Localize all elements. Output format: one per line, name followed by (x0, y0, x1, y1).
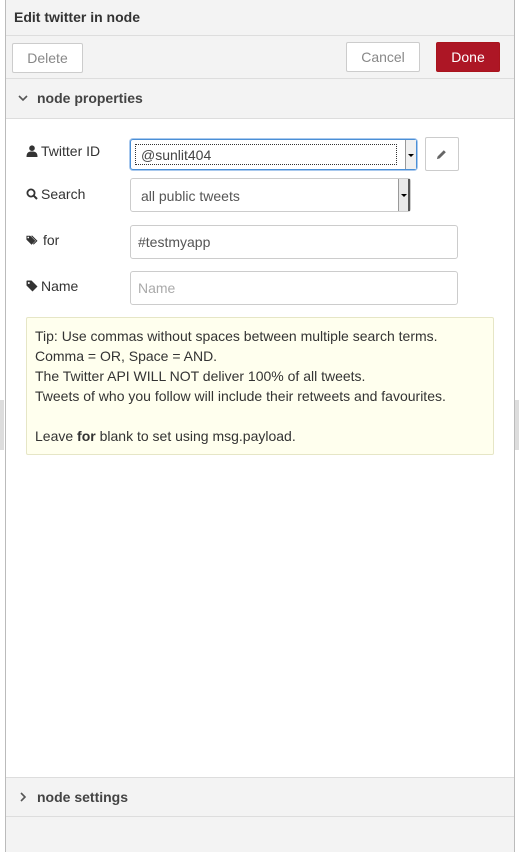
for-value: #testmyapp (138, 234, 211, 250)
tip-for-keyword: for (77, 428, 96, 444)
user-icon (26, 145, 38, 157)
section-node-properties[interactable]: node properties (6, 79, 514, 119)
chevron-down-icon[interactable] (405, 140, 416, 169)
cancel-button[interactable]: Cancel (346, 42, 420, 72)
twitter-id-select[interactable]: @sunlit404 (130, 139, 417, 170)
search-label-text: Search (41, 186, 86, 202)
tip-line: Tip: Use commas without spaces between m… (35, 328, 438, 344)
tray-toolbar: Delete Cancel Done (6, 36, 514, 79)
done-button[interactable]: Done (436, 42, 500, 72)
twitter-id-label-text: Twitter ID (41, 143, 101, 159)
chevron-right-icon (20, 792, 27, 802)
twitter-id-label: Twitter ID (26, 143, 100, 163)
for-label-text: for (43, 232, 60, 248)
tip-line: Comma = OR, Space = AND. (35, 348, 218, 364)
tip-payload-text: blank to set using msg.payload. (95, 428, 296, 444)
name-label: Name (26, 278, 78, 298)
tip-box: Tip: Use commas without spaces between m… (26, 317, 494, 455)
section-node-settings[interactable]: node settings (6, 777, 514, 817)
chevron-down-icon[interactable] (398, 179, 410, 211)
tray-title: Edit twitter in node (14, 9, 140, 25)
tip-leave-text: Leave (35, 428, 78, 444)
pencil-icon (436, 150, 446, 160)
left-edge-handle (0, 400, 4, 450)
search-value: all public tweets (141, 188, 240, 204)
tray-header: Edit twitter in node (6, 0, 514, 36)
name-placeholder: Name (138, 280, 176, 296)
section-node-properties-label: node properties (37, 90, 143, 106)
tip-line: The Twitter API WILL NOT deliver 100% of… (35, 368, 366, 384)
delete-button[interactable]: Delete (12, 43, 83, 73)
search-icon (26, 188, 38, 200)
name-label-text: Name (41, 278, 79, 294)
twitter-id-focus-ring: @sunlit404 (135, 144, 397, 165)
for-label: for (26, 232, 59, 252)
for-input[interactable]: #testmyapp (130, 225, 458, 259)
right-edge-handle (515, 400, 519, 450)
tags-icon (26, 235, 38, 245)
chevron-down-icon (18, 95, 28, 102)
tip-line: Tweets of who you follow will include th… (35, 388, 446, 404)
tag-icon (26, 280, 38, 292)
edit-twitter-config-button[interactable] (425, 137, 459, 171)
edit-tray: Edit twitter in node Delete Cancel Done … (5, 0, 515, 852)
search-select[interactable]: all public tweets (130, 178, 411, 212)
section-node-settings-label: node settings (37, 789, 129, 805)
tray-footer (6, 817, 514, 852)
tip-spacer (35, 406, 485, 426)
name-input[interactable]: Name (130, 271, 458, 305)
twitter-id-value: @sunlit404 (141, 147, 212, 163)
search-label: Search (26, 186, 85, 206)
tip-line: Leave for blank to set using msg.payload… (35, 426, 485, 446)
